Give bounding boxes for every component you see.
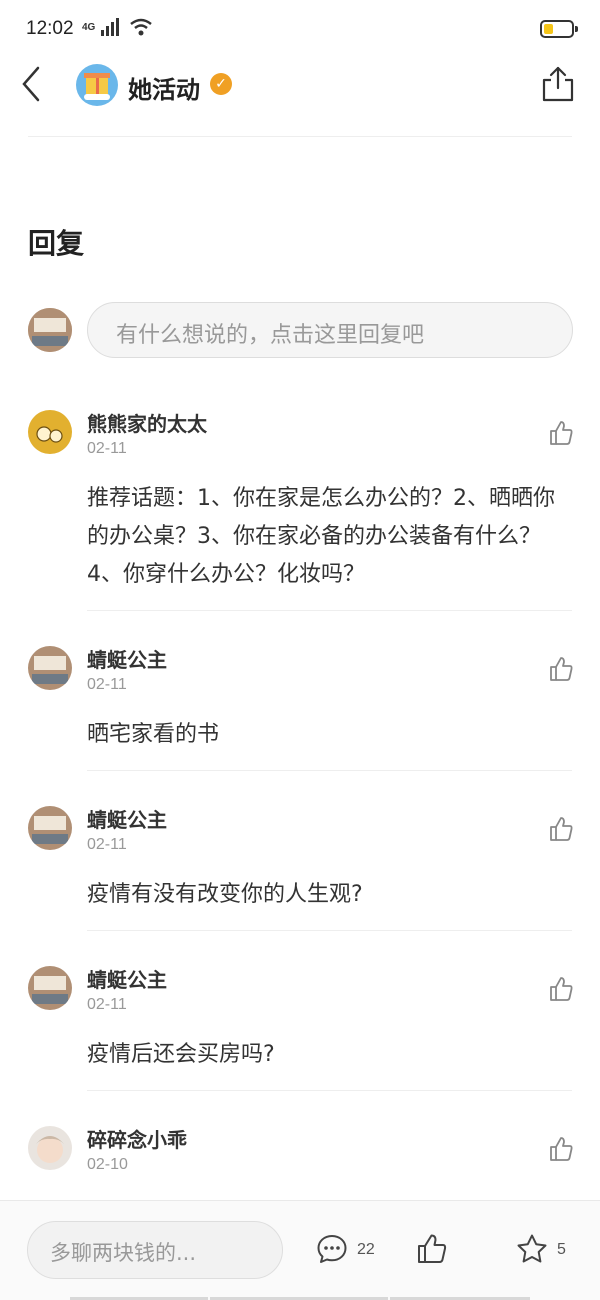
wifi-icon (130, 18, 153, 36)
battery-level (544, 24, 553, 34)
avatar[interactable] (28, 806, 72, 850)
back-chevron-icon[interactable] (16, 64, 52, 104)
comment-date: 02-10 (87, 1156, 128, 1173)
scroll-fade (0, 1180, 600, 1200)
reply-placeholder: 有什么想说的，点击这里回复吧 (116, 323, 425, 348)
favorite-count: 5 (557, 1241, 566, 1258)
share-icon[interactable] (540, 64, 576, 104)
bottom-bar: 多聊两块钱的... 22 5 (0, 1200, 600, 1300)
comment-text: 推荐话题：1、你在家是怎么办公的？2、晒晒你的办公桌？3、你在家必备的办公装备有… (87, 486, 555, 587)
reply-input[interactable]: 有什么想说的，点击这里回复吧 (87, 302, 573, 358)
verified-badge-icon: ✓ (210, 73, 232, 95)
comment-divider (87, 930, 572, 931)
comment-bubble-icon[interactable] (316, 1233, 348, 1265)
comment-count: 22 (357, 1241, 375, 1258)
my-avatar (28, 308, 72, 352)
account-avatar[interactable] (76, 64, 118, 106)
battery-icon (540, 20, 578, 38)
star-icon[interactable] (516, 1233, 548, 1265)
status-time: 12:02 (26, 18, 74, 39)
comment-date: 02-11 (87, 836, 127, 853)
thumbs-up-icon[interactable] (548, 1136, 574, 1162)
commenter-name[interactable]: 蜻蜓公主 (87, 644, 167, 673)
avatar[interactable] (28, 966, 72, 1010)
thumbs-up-icon[interactable] (548, 816, 574, 842)
section-title: 回复 (28, 227, 85, 260)
status-icons: 4G (82, 18, 153, 36)
commenter-name[interactable]: 碎碎念小乖 (87, 1124, 187, 1153)
page-title: 她活动 (128, 76, 200, 104)
comment-input[interactable]: 多聊两块钱的... (27, 1221, 283, 1279)
commenter-name[interactable]: 蜻蜓公主 (87, 804, 167, 833)
thumbs-up-icon[interactable] (416, 1233, 448, 1265)
header: 她活动 ✓ (0, 56, 600, 138)
comment-divider (87, 610, 572, 611)
avatar[interactable] (28, 1126, 72, 1170)
comment-date: 02-11 (87, 676, 127, 693)
thumbs-up-icon[interactable] (548, 420, 574, 446)
status-bar: 12:02 4G (0, 0, 600, 56)
thumbs-up-icon[interactable] (548, 656, 574, 682)
comment-input-placeholder: 多聊两块钱的... (50, 1241, 197, 1265)
commenter-name[interactable]: 蜻蜓公主 (87, 964, 167, 993)
comment-text: 疫情有没有改变你的人生观? (87, 882, 363, 907)
signal-icon (101, 18, 120, 36)
comment-divider (87, 770, 572, 771)
comment-text: 晒宅家看的书 (87, 722, 220, 747)
network-label: 4G (82, 21, 96, 33)
gift-box-icon (84, 73, 110, 100)
comment-date: 02-11 (87, 996, 127, 1013)
avatar[interactable] (28, 646, 72, 690)
thumbs-up-icon[interactable] (548, 976, 574, 1002)
comment-text: 疫情后还会买房吗? (87, 1042, 275, 1067)
comment-date: 02-11 (87, 440, 127, 457)
header-divider (28, 136, 572, 137)
avatar[interactable] (28, 410, 72, 454)
commenter-name[interactable]: 熊熊家的太太 (87, 408, 207, 437)
comment-divider (87, 1090, 572, 1091)
